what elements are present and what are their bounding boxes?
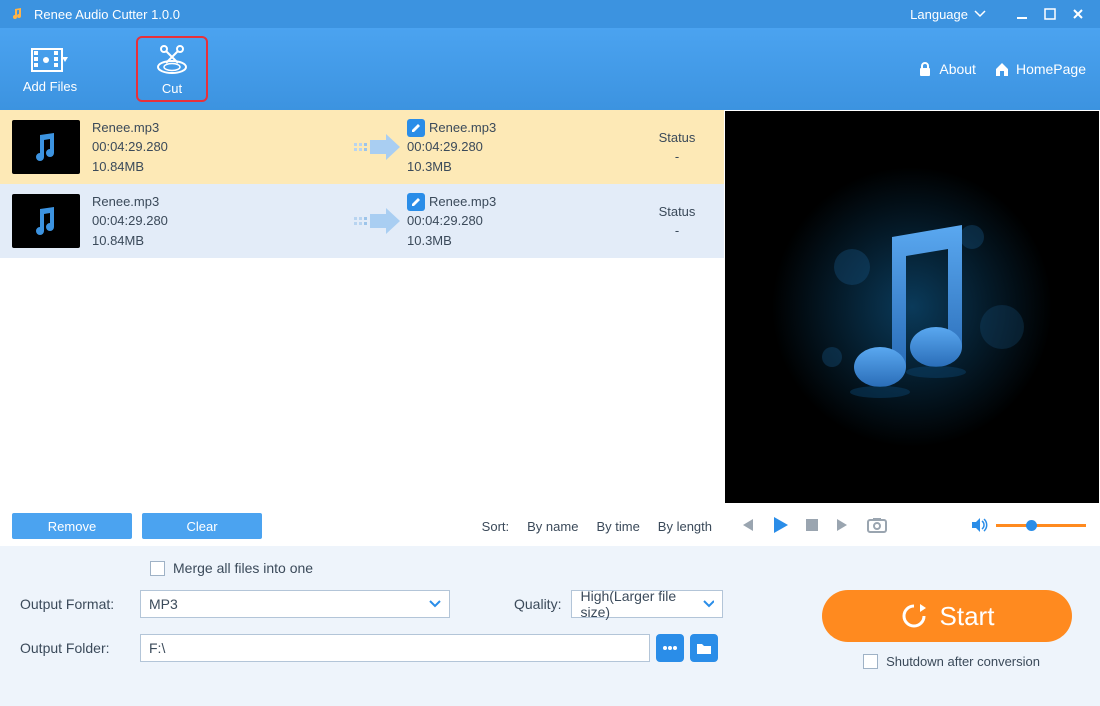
- close-button[interactable]: [1066, 2, 1090, 26]
- file-size: 10.84MB: [92, 231, 347, 251]
- snapshot-button[interactable]: [866, 516, 888, 534]
- status-label: Status: [642, 128, 712, 148]
- homepage-link[interactable]: HomePage: [994, 61, 1086, 77]
- toolbar: Add Files Cut About HomePage: [0, 28, 1100, 110]
- output-folder-input[interactable]: [140, 634, 650, 662]
- filmstrip-icon: [30, 45, 70, 75]
- minimize-button[interactable]: [1010, 2, 1034, 26]
- app-title: Renee Audio Cutter 1.0.0: [34, 7, 180, 22]
- scissors-icon: [154, 43, 190, 77]
- add-files-button[interactable]: Add Files: [14, 36, 86, 102]
- output-format-select[interactable]: MP3: [140, 590, 450, 618]
- music-note-icon: [26, 127, 66, 167]
- file-duration: 00:04:29.280: [92, 211, 347, 231]
- remove-button[interactable]: Remove: [12, 513, 132, 539]
- music-note-icon: [772, 167, 1052, 447]
- home-icon: [994, 61, 1010, 77]
- file-thumbnail: [12, 120, 80, 174]
- shutdown-label: Shutdown after conversion: [886, 654, 1040, 669]
- sort-by-time[interactable]: By time: [596, 519, 639, 534]
- out-file-name: Renee.mp3: [429, 118, 496, 138]
- file-list: Renee.mp3 00:04:29.280 10.84MB Renee.mp3…: [0, 110, 724, 506]
- stop-button[interactable]: [804, 517, 820, 533]
- bottom-panel: Merge all files into one Output Format: …: [0, 546, 1100, 706]
- titlebar: Renee Audio Cutter 1.0.0 Language: [0, 0, 1100, 28]
- volume-slider[interactable]: [996, 524, 1086, 527]
- file-name: Renee.mp3: [92, 118, 347, 138]
- out-size: 10.3MB: [407, 157, 642, 177]
- previous-button[interactable]: [738, 516, 756, 534]
- file-name: Renee.mp3: [92, 192, 347, 212]
- file-thumbnail: [12, 194, 80, 248]
- maximize-button[interactable]: [1038, 2, 1062, 26]
- merge-label: Merge all files into one: [173, 560, 313, 576]
- next-button[interactable]: [834, 516, 852, 534]
- about-link[interactable]: About: [917, 61, 976, 77]
- preview-panel: [724, 110, 1100, 546]
- out-duration: 00:04:29.280: [407, 137, 642, 157]
- out-size: 10.3MB: [407, 231, 642, 251]
- folder-icon: [696, 641, 712, 655]
- file-panel: Renee.mp3 00:04:29.280 10.84MB Renee.mp3…: [0, 110, 724, 546]
- chevron-down-icon: [429, 600, 441, 608]
- edit-icon[interactable]: [407, 119, 425, 137]
- lock-icon: [917, 61, 933, 77]
- file-size: 10.84MB: [92, 157, 347, 177]
- quality-label: Quality:: [514, 596, 561, 612]
- status-value: -: [642, 147, 712, 167]
- sort-by-name[interactable]: By name: [527, 519, 578, 534]
- dots-icon: [662, 642, 678, 654]
- sort-label: Sort:: [482, 519, 509, 534]
- start-button[interactable]: Start: [822, 590, 1072, 642]
- music-note-icon: [26, 201, 66, 241]
- status-label: Status: [642, 202, 712, 222]
- cut-button[interactable]: Cut: [136, 36, 208, 102]
- language-button[interactable]: Language: [910, 7, 986, 22]
- edit-icon[interactable]: [407, 193, 425, 211]
- chevron-down-icon: [974, 10, 986, 18]
- file-row[interactable]: Renee.mp3 00:04:29.280 10.84MB Renee.mp3…: [0, 184, 724, 258]
- out-file-name: Renee.mp3: [429, 192, 496, 212]
- output-folder-label: Output Folder:: [20, 640, 140, 656]
- status-value: -: [642, 221, 712, 241]
- file-duration: 00:04:29.280: [92, 137, 347, 157]
- quality-select[interactable]: High(Larger file size): [571, 590, 723, 618]
- output-format-label: Output Format:: [20, 596, 140, 612]
- shutdown-checkbox[interactable]: [863, 654, 878, 669]
- chevron-down-icon: [703, 600, 714, 608]
- browse-folder-button[interactable]: [690, 634, 718, 662]
- player-controls: [724, 504, 1100, 546]
- refresh-icon: [900, 602, 928, 630]
- preview-image: [724, 110, 1100, 504]
- merge-checkbox[interactable]: [150, 561, 165, 576]
- file-row[interactable]: Renee.mp3 00:04:29.280 10.84MB Renee.mp3…: [0, 110, 724, 184]
- out-duration: 00:04:29.280: [407, 211, 642, 231]
- volume-icon[interactable]: [970, 516, 988, 534]
- play-button[interactable]: [770, 515, 790, 535]
- more-options-button[interactable]: [656, 634, 684, 662]
- arrow-icon: [347, 132, 407, 162]
- clear-button[interactable]: Clear: [142, 513, 262, 539]
- sort-by-length[interactable]: By length: [658, 519, 712, 534]
- arrow-icon: [347, 206, 407, 236]
- app-icon: [10, 6, 26, 22]
